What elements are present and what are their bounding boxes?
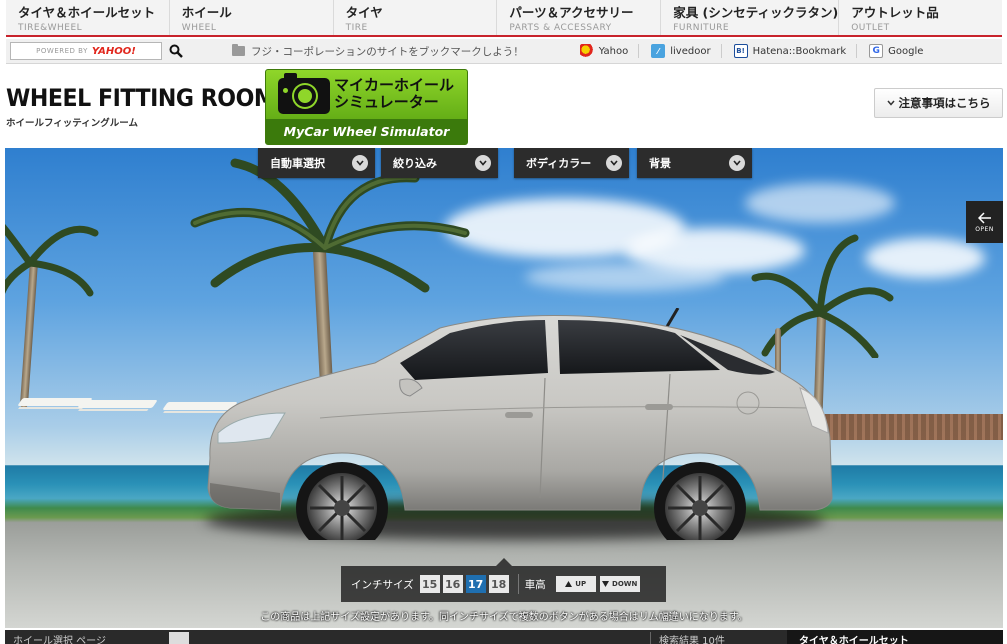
open-label: OPEN bbox=[975, 225, 994, 233]
nav-sublabel: PARTS & ACCESSARY bbox=[509, 23, 612, 33]
menu-vehicle-select[interactable]: 自動車選択 bbox=[258, 148, 375, 178]
yahoo-icon bbox=[579, 44, 594, 58]
google-icon: G bbox=[869, 44, 884, 58]
brand: WHEEL FITTING ROOM ホイールフィッティングルーム bbox=[6, 84, 299, 129]
menu-filter[interactable]: 絞り込み bbox=[381, 148, 498, 178]
search-powered-text: POWERED BY bbox=[36, 47, 88, 55]
utility-bar: POWERED BY YAHOO! フジ・コーポレーションのサイトをブックマーク… bbox=[6, 39, 1002, 64]
simulator-title-line2: シミュレーター bbox=[334, 93, 439, 111]
size-button-16[interactable]: 16 bbox=[442, 575, 463, 593]
hatena-icon: B! bbox=[733, 44, 748, 58]
triangle-up-icon bbox=[565, 581, 573, 587]
menu-label: ボディカラー bbox=[526, 157, 592, 170]
page-toggle-button[interactable] bbox=[169, 632, 189, 644]
nav-label: パーツ＆アクセサリー bbox=[509, 5, 634, 20]
wheel-rear bbox=[654, 462, 746, 540]
wheel-front bbox=[296, 462, 388, 540]
chevron-down-icon bbox=[886, 100, 895, 106]
size-caption: この商品は上記サイズ設定があります。同インチサイズで複数のボタンがある場合はリム… bbox=[260, 612, 748, 623]
nav-parts-accessory[interactable]: パーツ＆アクセサリー PARTS & ACCESSARY bbox=[497, 0, 662, 35]
chevron-down-icon bbox=[475, 155, 491, 171]
nav-furniture[interactable]: 家具 (シンセティックラタン) FURNITURE bbox=[661, 0, 840, 35]
bookmark-livedoor[interactable]: ⁄ livedoor bbox=[639, 44, 722, 58]
search-icon[interactable] bbox=[168, 43, 184, 59]
open-panel-button[interactable]: OPEN bbox=[966, 201, 1003, 243]
nav-tire[interactable]: タイヤ TIRE bbox=[334, 0, 498, 35]
bookmark-message: フジ・コーポレーションのサイトをブックマークしよう！ bbox=[232, 44, 524, 59]
chevron-down-icon bbox=[729, 155, 745, 171]
simulator-title-jp: マイカーホイール シミュレーター bbox=[334, 77, 464, 111]
inch-size-label: インチサイズ bbox=[351, 578, 414, 591]
size-button-17[interactable]: 17 bbox=[465, 575, 486, 593]
tire-wheel-set-tab[interactable]: タイヤ＆ホイールセット bbox=[787, 630, 1003, 644]
page-title: WHEEL FITTING ROOM bbox=[6, 84, 276, 112]
nav-outlet[interactable]: アウトレット品 OUTLET bbox=[839, 0, 1002, 35]
page-subtitle: ホイールフィッティングルーム bbox=[6, 118, 138, 129]
nav-label: タイヤ bbox=[345, 5, 383, 20]
nav-label: タイヤ＆ホイールセット bbox=[18, 5, 156, 20]
triangle-down-icon bbox=[602, 581, 610, 587]
height-up-button[interactable]: UP bbox=[555, 576, 596, 592]
bookmark-yahoo[interactable]: Yahoo bbox=[568, 44, 640, 58]
bookmark-label: Hatena::Bookmark bbox=[752, 45, 847, 57]
height-down-button[interactable]: DOWN bbox=[599, 576, 640, 592]
livedoor-icon: ⁄ bbox=[651, 44, 666, 58]
beach-lounger bbox=[77, 400, 158, 408]
notice-button[interactable]: 注意事項はこちら bbox=[874, 88, 1003, 118]
bookmark-label: Google bbox=[888, 45, 924, 57]
nav-label: アウトレット品 bbox=[851, 5, 939, 20]
search-input[interactable]: POWERED BY YAHOO! bbox=[10, 42, 162, 60]
results-count: 検索結果 10件 bbox=[650, 632, 725, 644]
ride-height-label: 車高 bbox=[524, 578, 546, 591]
menu-label: 自動車選択 bbox=[270, 157, 325, 170]
bookmark-list: Yahoo ⁄ livedoor B! Hatena::Bookmark G G… bbox=[568, 44, 934, 58]
menu-background[interactable]: 背景 bbox=[637, 148, 752, 178]
nav-sublabel: OUTLET bbox=[851, 23, 890, 33]
palm-tree-leaves bbox=[5, 223, 99, 297]
size-button-15[interactable]: 15 bbox=[419, 575, 440, 593]
simulator-stage: 自動車選択 絞り込み ボディカラー 背景 OPEN インチサイズ 15 16 1… bbox=[5, 148, 1003, 628]
nav-sublabel: TIRE&WHEEL bbox=[18, 23, 83, 33]
nav-sublabel: FURNITURE bbox=[673, 23, 730, 33]
wheel-select-page-label: ホイール選択 ページ bbox=[13, 636, 106, 644]
cloud bbox=[745, 183, 895, 223]
bottom-bar: ホイール選択 ページ 検索結果 10件 タイヤ＆ホイールセット bbox=[5, 630, 1003, 644]
menu-label: 絞り込み bbox=[393, 157, 437, 170]
nav-sublabel: WHEEL bbox=[181, 23, 217, 33]
menu-body-color[interactable]: ボディカラー bbox=[514, 148, 629, 178]
nav-tire-wheel-set[interactable]: タイヤ＆ホイールセット TIRE&WHEEL bbox=[6, 0, 170, 35]
camera-lens bbox=[294, 85, 316, 107]
notice-label: 注意事項はこちら bbox=[898, 96, 991, 110]
height-down-label: DOWN bbox=[612, 580, 638, 588]
yahoo-logo: YAHOO! bbox=[91, 45, 136, 57]
top-navigation: タイヤ＆ホイールセット TIRE&WHEEL ホイール WHEEL タイヤ TI… bbox=[6, 0, 1002, 37]
car-image bbox=[207, 308, 833, 540]
bookmark-label: livedoor bbox=[670, 45, 711, 57]
simulator-banner[interactable]: マイカーホイール シミュレーター MyCar Wheel Simulator bbox=[265, 69, 468, 145]
nav-label: ホイール bbox=[181, 5, 232, 20]
cloud bbox=[525, 263, 725, 291]
simulator-title-en: MyCar Wheel Simulator bbox=[266, 119, 467, 144]
bookmark-google[interactable]: G Google bbox=[857, 44, 933, 58]
bookmark-label: Yahoo bbox=[598, 45, 629, 57]
divider bbox=[517, 574, 519, 594]
bookmark-message-text: フジ・コーポレーションのサイトをブックマークしよう！ bbox=[251, 45, 524, 58]
chevron-down-icon bbox=[352, 155, 368, 171]
chevron-down-icon bbox=[606, 155, 622, 171]
camera-flash bbox=[283, 88, 288, 93]
size-button-18[interactable]: 18 bbox=[488, 575, 509, 593]
arrow-left-icon bbox=[977, 211, 991, 224]
nav-label: 家具 (シンセティックラタン) bbox=[673, 5, 839, 20]
simulator-title-line1: マイカーホイール bbox=[334, 76, 455, 94]
folder-icon bbox=[232, 44, 245, 56]
nav-wheel[interactable]: ホイール WHEEL bbox=[170, 0, 334, 35]
camera-icon bbox=[278, 73, 330, 114]
nav-sublabel: TIRE bbox=[345, 23, 368, 33]
size-panel: インチサイズ 15 16 17 18 車高 UP DOWN bbox=[341, 558, 666, 602]
menu-label: 背景 bbox=[649, 157, 671, 170]
height-up-label: UP bbox=[575, 580, 587, 588]
bookmark-hatena[interactable]: B! Hatena::Bookmark bbox=[722, 44, 858, 58]
